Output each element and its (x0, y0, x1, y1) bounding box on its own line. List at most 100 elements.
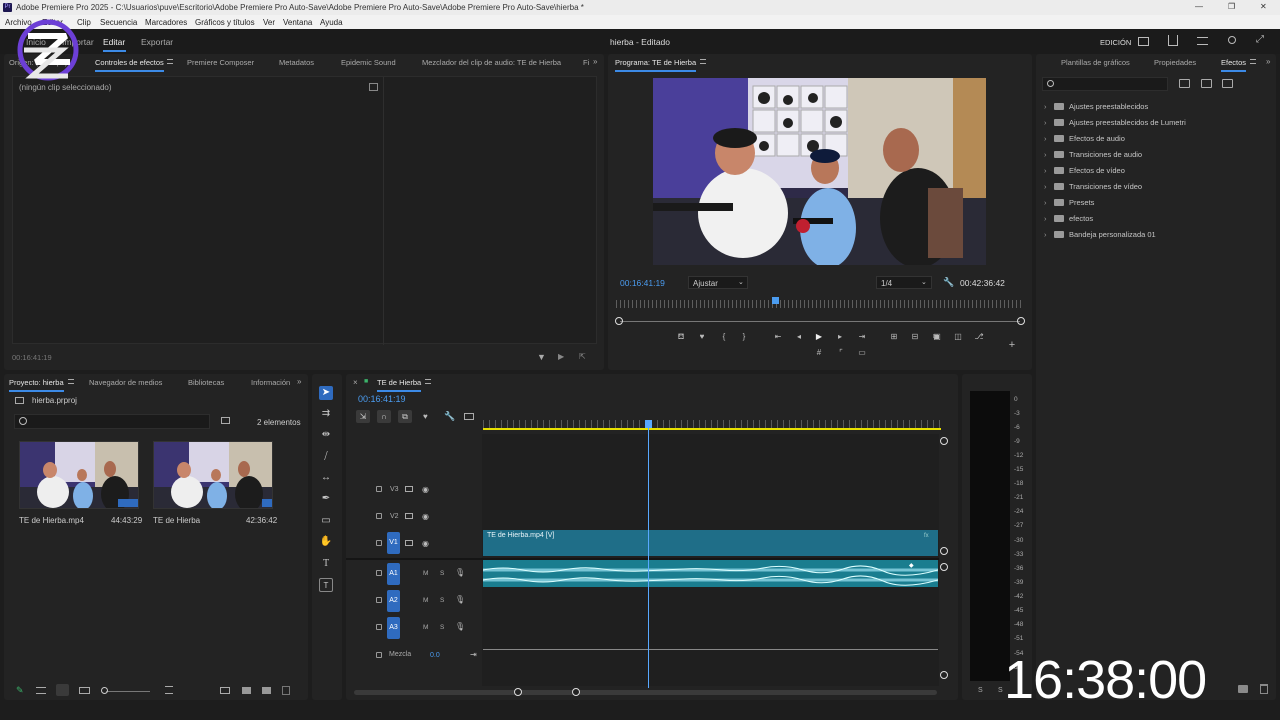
mix-end-handle[interactable] (940, 671, 948, 679)
camera-icon[interactable]: ▣ (932, 332, 942, 342)
video-clip[interactable]: TE de Hierba.mp4 [V] fx (483, 530, 938, 556)
lock-icon[interactable] (376, 624, 382, 630)
freeform-view-icon[interactable] (79, 687, 90, 694)
microphone-icon[interactable]: 🎙 (455, 595, 465, 604)
go-to-in-icon[interactable]: ⇤ (773, 332, 783, 342)
zoom-bar[interactable] (620, 321, 1020, 322)
timeline-toggle-icon[interactable] (369, 83, 378, 91)
overflow-chevron-icon[interactable]: » (1266, 57, 1270, 66)
yuv-effects-icon[interactable] (1222, 79, 1233, 88)
track-label-a2[interactable]: A2 (387, 590, 400, 612)
audio-clip[interactable]: ◆ (483, 560, 938, 587)
frame-icon[interactable]: ▭ (857, 348, 867, 358)
tab-premiere-composer[interactable]: Premiere Composer (187, 58, 254, 67)
effects-menu-icon[interactable] (1250, 59, 1256, 64)
lock-icon[interactable] (376, 652, 382, 658)
mark-in-icon[interactable]: { (719, 332, 729, 342)
track-select-tool-icon[interactable]: ⇉ (319, 407, 333, 421)
tab-informacion[interactable]: Información (251, 378, 290, 387)
caption-tool-icon[interactable]: T (319, 578, 333, 592)
effects-item[interactable]: › Bandeja personalizada 01 (1044, 230, 1156, 244)
eye-icon[interactable]: ◉ (422, 539, 429, 548)
overflow-chevron-icon[interactable]: » (593, 57, 597, 66)
work-area-bar[interactable] (483, 428, 941, 430)
automate-icon[interactable] (220, 687, 230, 694)
razor-tool-icon[interactable]: ⧸ (319, 450, 333, 464)
minimize-button[interactable]: — (1195, 2, 1203, 11)
timeline-h-scroll[interactable] (354, 690, 937, 695)
track-label-a1[interactable]: A1 (387, 563, 400, 585)
workspace-mode[interactable]: EDICIÓN (1100, 38, 1131, 47)
overflow-chevron-icon[interactable]: » (297, 377, 301, 386)
mute-button[interactable]: M (423, 597, 428, 604)
effects-item[interactable]: › Presets (1044, 198, 1094, 212)
sort-icon[interactable] (165, 686, 173, 694)
list-view-icon[interactable] (36, 687, 46, 694)
mix-value[interactable]: 0.0 (430, 652, 440, 659)
effects-item[interactable]: › efectos (1044, 214, 1093, 228)
fit-dropdown[interactable]: Ajustar ⌄ (688, 276, 748, 289)
effects-item[interactable]: › Transiciones de audio (1044, 150, 1142, 164)
mute-button[interactable]: M (423, 570, 428, 577)
mix-go-to-end-icon[interactable]: ⇥ (470, 650, 477, 659)
32bit-effects-icon[interactable] (1201, 79, 1212, 88)
mark-out-icon[interactable]: } (739, 332, 749, 342)
tab-epidemic-sound[interactable]: Epidemic Sound (341, 58, 396, 67)
slip-tool-icon[interactable]: ↔ (319, 471, 333, 485)
find-icon[interactable] (242, 687, 251, 694)
program-title[interactable]: Programa: TE de Hierba (615, 58, 697, 72)
export-icon[interactable]: ⇱ (579, 352, 586, 361)
search-icon[interactable] (1228, 36, 1236, 44)
new-bin-icon[interactable] (262, 687, 271, 694)
grid-icon[interactable]: # (814, 348, 824, 358)
v-scroll-handle[interactable] (940, 547, 948, 555)
zoom-slider-handle[interactable] (101, 687, 108, 694)
zoom-handle-right[interactable] (1017, 317, 1025, 325)
microphone-icon[interactable]: 🎙 (455, 568, 465, 577)
add-marker-icon[interactable]: ♥ (697, 332, 707, 342)
microphone-icon[interactable]: 🎙 (455, 622, 465, 631)
captions-icon[interactable] (464, 413, 474, 420)
trash-icon[interactable] (1260, 684, 1268, 694)
pencil-icon[interactable]: ✎ (16, 685, 24, 696)
project-sequence-thumbnail[interactable] (153, 441, 273, 509)
effects-item[interactable]: › Efectos de audio (1044, 134, 1125, 148)
ripple-edit-tool-icon[interactable]: ⇹ (319, 428, 333, 442)
insert-sequence-icon[interactable]: ⇲ (356, 410, 370, 423)
menu-lines-icon[interactable] (1197, 37, 1208, 45)
effects-item[interactable]: › Transiciones de vídeo (1044, 182, 1142, 196)
step-back-icon[interactable]: ◂ (794, 332, 804, 342)
hand-tool-icon[interactable]: ✋ (319, 535, 333, 549)
track-label-v1[interactable]: V1 (387, 532, 400, 554)
accelerated-effects-icon[interactable] (1179, 79, 1190, 88)
timeline-playhead-head[interactable] (644, 420, 652, 428)
icon-view-icon[interactable] (56, 684, 69, 696)
close-button[interactable]: ✕ (1260, 2, 1267, 11)
project-search-input[interactable] (14, 414, 210, 429)
program-menu-icon[interactable] (700, 59, 706, 64)
new-search-bin-icon[interactable] (221, 417, 230, 424)
h-scroll-handle-left[interactable] (514, 688, 522, 696)
solo-button[interactable]: S (440, 570, 444, 577)
program-current-time[interactable]: 00:16:41:19 (620, 278, 665, 288)
sync-lock-icon[interactable] (405, 540, 413, 546)
tab-sequence[interactable]: TE de Hierba (377, 378, 422, 392)
project-clip-thumbnail[interactable] (19, 441, 139, 509)
menu-secuencia[interactable]: Secuencia (100, 18, 137, 27)
lock-icon[interactable] (376, 570, 382, 576)
lock-icon[interactable] (376, 597, 382, 603)
eye-icon[interactable]: ◉ (422, 485, 429, 494)
effects-item[interactable]: › Ajustes preestablecidos (1044, 102, 1148, 116)
lift-marker-icon[interactable]: ⛾ (676, 332, 686, 342)
play-icon[interactable]: ▶ (814, 332, 824, 342)
h-scroll-handle-right[interactable] (572, 688, 580, 696)
menu-ver[interactable]: Ver (263, 18, 275, 27)
tab-bibliotecas[interactable]: Bibliotecas (188, 378, 224, 387)
a-scroll-handle[interactable] (940, 563, 948, 571)
program-video-frame[interactable] (653, 78, 986, 265)
track-label-v3[interactable]: V3 (390, 486, 399, 493)
tab-metadatos[interactable]: Metadatos (279, 58, 314, 67)
menu-marcadores[interactable]: Marcadores (145, 18, 187, 27)
new-bin-icon[interactable] (1238, 685, 1248, 693)
program-playhead[interactable] (772, 297, 780, 304)
